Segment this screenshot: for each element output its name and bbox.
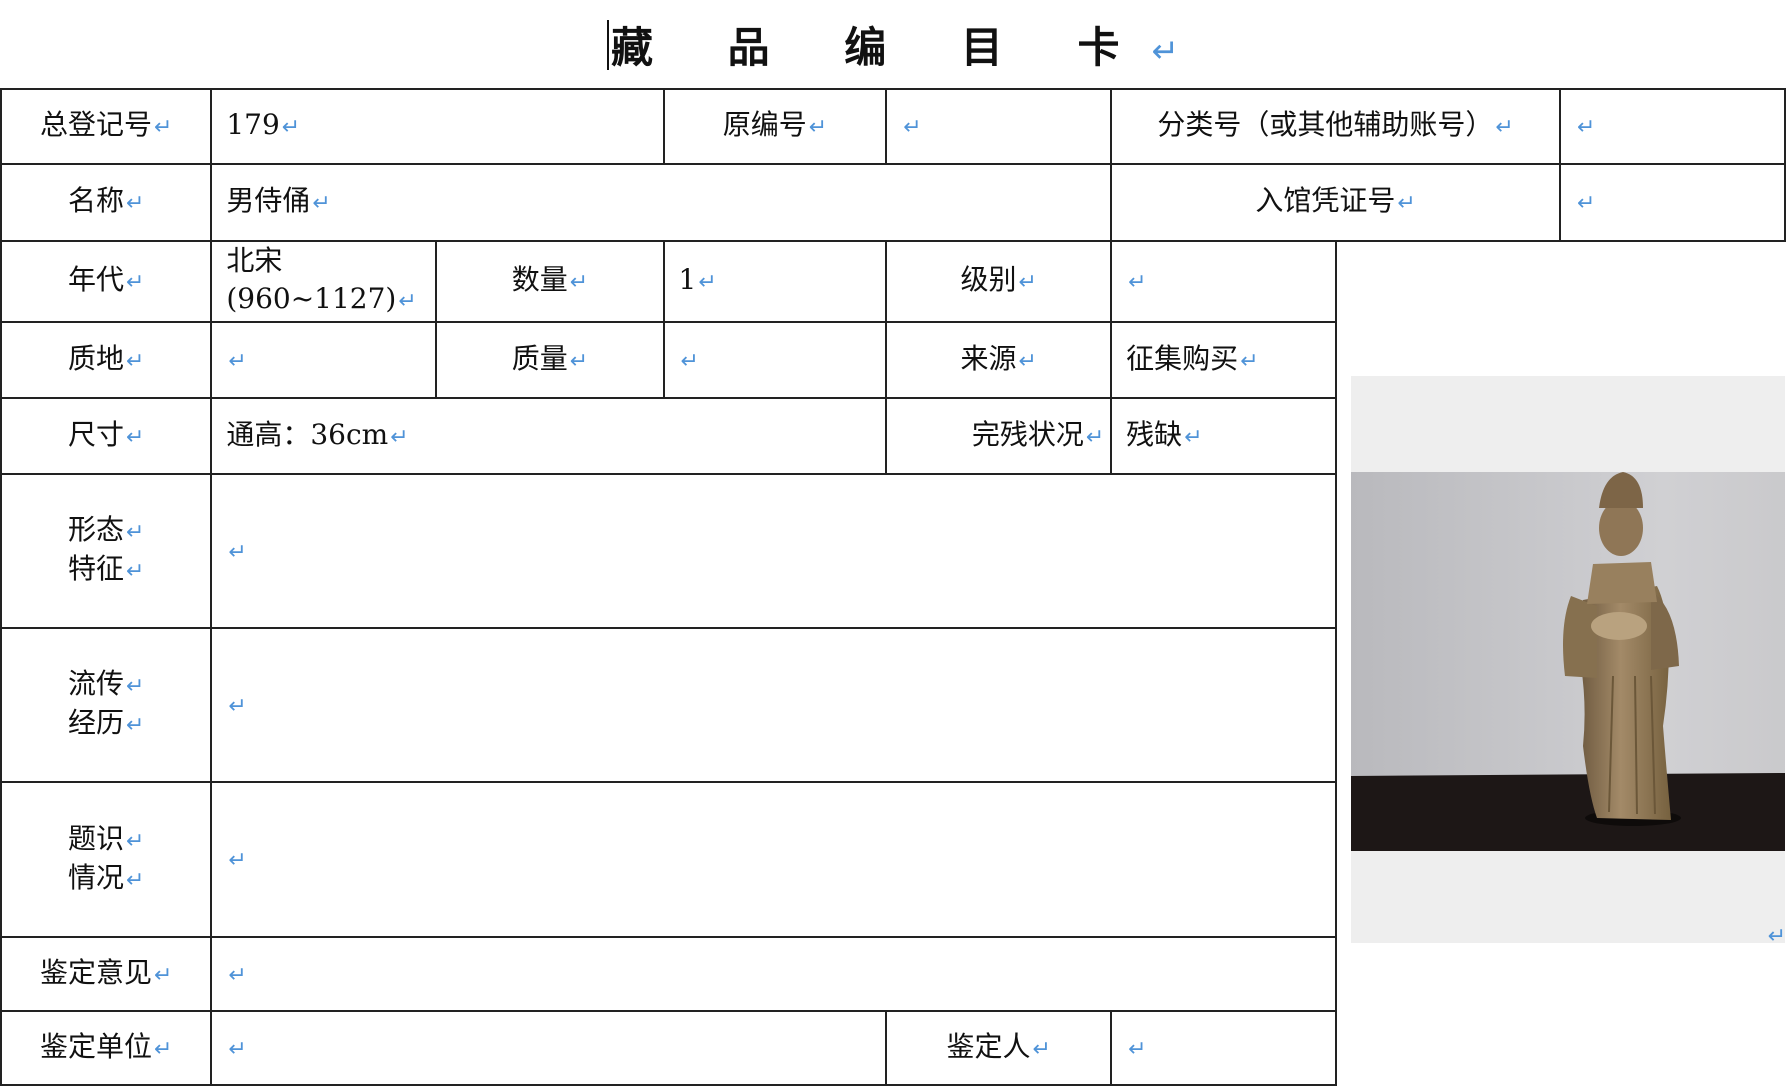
photo-cell (1335, 241, 1785, 1085)
paragraph-mark-icon: ↵ (126, 713, 145, 738)
paragraph-mark-icon: ↵ (1576, 115, 1596, 140)
catalog-card-table: 总登记号↵ 179↵ 原编号↵ ↵ 分类号（或其他辅助账号）↵ ↵ 名称↵ 男侍… (0, 88, 1786, 1086)
era-value[interactable]: 北宋 (960~1127)↵ (210, 240, 438, 323)
paragraph-mark-icon: ↵ (808, 115, 828, 140)
paragraph-mark-icon: ↵ (1397, 191, 1416, 216)
history-value[interactable]: ↵ (210, 627, 1338, 783)
paragraph-mark-icon: ↵ (228, 539, 247, 565)
paragraph-mark-icon: ↵ (154, 1036, 173, 1062)
paragraph-mark-icon: ↵ (1151, 32, 1179, 70)
table-row: 年代↵ 北宋 (960~1127)↵ 数量↵ 1↵ 级别↵ ↵ (0, 240, 1785, 1085)
total-reg-no-label: 总登记号↵ (0, 88, 213, 165)
orig-no-label: 原编号↵ (662, 88, 888, 165)
paragraph-mark-icon: ↵ (1018, 270, 1037, 295)
era-line-1: 北宋 (226, 244, 283, 277)
paragraph-mark-icon: ↵ (126, 674, 145, 699)
paragraph-mark-icon: ↵ (698, 270, 717, 295)
entry-voucher-value[interactable]: ↵ (1558, 163, 1786, 242)
name-label: 名称↵ (0, 163, 213, 242)
paragraph-mark-icon: ↵ (569, 270, 589, 295)
artifact-photo (1351, 376, 1785, 943)
paragraph-mark-icon: ↵ (126, 520, 145, 545)
inscription-value[interactable]: ↵ (210, 781, 1338, 938)
class-no-value[interactable]: ↵ (1558, 88, 1786, 165)
catalog-card-page: 藏 品 编 目 卡↵ 总登记号↵ 179↵ 原编号↵ ↵ 分类号（或其他辅助账号… (0, 0, 1786, 1086)
orig-no-value[interactable]: ↵ (885, 88, 1113, 165)
paragraph-mark-icon: ↵ (680, 348, 699, 374)
table-row: 名称↵ 男侍俑↵ 入馆凭证号↵ ↵ (0, 163, 1786, 242)
paragraph-mark-icon: ↵ (312, 191, 331, 216)
condition-label: 完残状况↵ (885, 397, 1113, 475)
figurine-photo-image (1351, 376, 1785, 943)
condition-value[interactable]: 残缺↵ (1110, 397, 1338, 475)
material-label: 质地↵ (0, 321, 213, 399)
form-label: 形态↵ 特征↵ (0, 473, 213, 629)
appraiser-label: 鉴定人↵ (885, 1010, 1113, 1086)
entry-voucher-label: 入馆凭证号↵ (1110, 163, 1561, 242)
mass-label: 质量↵ (435, 321, 665, 399)
paragraph-mark-icon: ↵ (228, 693, 247, 719)
paragraph-mark-icon: ↵ (126, 191, 145, 216)
era-line-2: (960~1127) (226, 282, 397, 315)
inscription-label: 题识↵ 情况↵ (0, 781, 213, 938)
appraiser-value[interactable]: ↵ (1110, 1010, 1338, 1086)
paragraph-mark-icon: ↵ (154, 115, 173, 140)
paragraph-mark-icon: ↵ (1767, 924, 1786, 949)
card-title: 藏 品 编 目 卡↵ (0, 18, 1786, 78)
paragraph-mark-icon: ↵ (1085, 424, 1105, 450)
paragraph-mark-icon: ↵ (903, 115, 922, 140)
card-title-text: 藏 品 编 目 卡 (611, 23, 1150, 72)
name-value[interactable]: 男侍俑↵ (210, 163, 1113, 242)
paragraph-mark-icon: ↵ (1018, 348, 1037, 374)
paragraph-mark-icon: ↵ (228, 348, 247, 374)
appraisal-opinion-label: 鉴定意见↵ (0, 936, 213, 1012)
paragraph-mark-icon: ↵ (126, 867, 145, 893)
quantity-value[interactable]: 1↵ (662, 240, 888, 323)
history-label: 流传↵ 经历↵ (0, 627, 213, 783)
paragraph-mark-icon: ↵ (126, 348, 145, 374)
paragraph-mark-icon: ↵ (1576, 191, 1596, 216)
appraisal-opinion-value[interactable]: ↵ (210, 936, 1338, 1012)
paragraph-mark-icon: ↵ (154, 962, 173, 988)
paragraph-mark-icon: ↵ (398, 289, 417, 314)
paragraph-mark-icon: ↵ (126, 270, 145, 295)
grade-label: 级别↵ (885, 240, 1113, 323)
paragraph-mark-icon: ↵ (228, 962, 247, 988)
paragraph-mark-icon: ↵ (1495, 115, 1514, 140)
text-cursor (607, 20, 610, 70)
size-value[interactable]: 通高：36cm↵ (210, 397, 888, 475)
form-value[interactable]: ↵ (210, 473, 1338, 629)
era-label: 年代↵ (0, 240, 213, 323)
paragraph-mark-icon: ↵ (1128, 1036, 1147, 1062)
total-reg-no-value[interactable]: 179↵ (210, 88, 665, 165)
table-row: 总登记号↵ 179↵ 原编号↵ ↵ 分类号（或其他辅助账号）↵ ↵ (0, 88, 1786, 165)
grade-value[interactable]: ↵ (1110, 240, 1338, 323)
source-value[interactable]: 征集购买↵ (1110, 321, 1338, 399)
appraisal-unit-label: 鉴定单位↵ (0, 1010, 213, 1086)
material-value[interactable]: ↵ (210, 321, 438, 399)
paragraph-mark-icon: ↵ (1128, 270, 1147, 295)
appraisal-unit-value[interactable]: ↵ (210, 1010, 888, 1086)
paragraph-mark-icon: ↵ (228, 1036, 247, 1062)
paragraph-mark-icon: ↵ (228, 848, 247, 873)
quantity-label: 数量↵ (435, 240, 665, 323)
size-label: 尺寸↵ (0, 397, 213, 475)
class-no-label: 分类号（或其他辅助账号）↵ (1110, 88, 1561, 165)
paragraph-mark-icon: ↵ (390, 424, 409, 450)
paragraph-mark-icon: ↵ (126, 828, 145, 854)
paragraph-mark-icon: ↵ (1032, 1036, 1051, 1062)
paragraph-mark-icon: ↵ (1240, 348, 1259, 374)
paragraph-mark-icon: ↵ (126, 559, 145, 584)
source-label: 来源↵ (885, 321, 1113, 399)
mass-value[interactable]: ↵ (662, 321, 888, 399)
paragraph-mark-icon: ↵ (281, 115, 301, 140)
paragraph-mark-icon: ↵ (569, 348, 589, 374)
paragraph-mark-icon: ↵ (126, 424, 145, 450)
paragraph-mark-icon: ↵ (1184, 424, 1203, 450)
